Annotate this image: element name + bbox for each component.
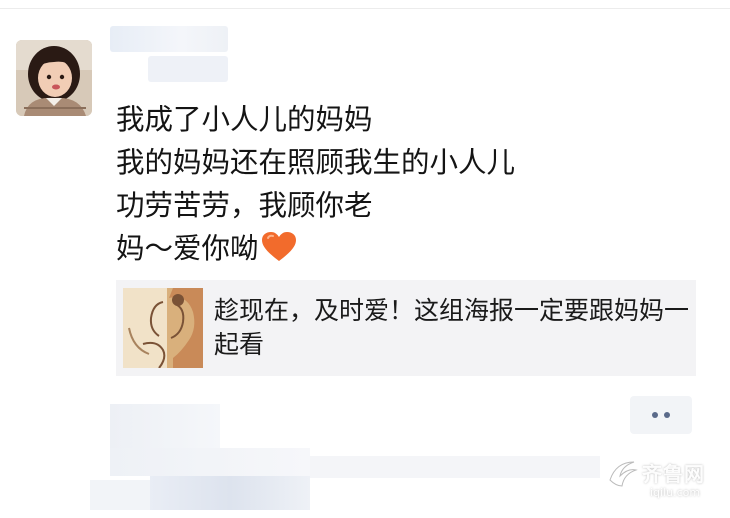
comments-blurred [110,404,220,448]
post-line: 我成了小人儿的妈妈 [116,103,373,136]
avatar[interactable] [16,40,92,116]
comments-blurred [110,448,310,476]
post-content: 我成了小人儿的妈妈 我的妈妈还在照顾我生的小人儿 功劳苦劳，我顾你老 妈～爱你呦 [116,98,676,270]
ellipsis-icon [664,412,670,418]
post-line: 妈～爱你呦 [116,232,259,265]
top-divider [0,8,730,9]
comments-blurred [90,480,150,510]
watermark-text: 齐鲁网 [642,462,705,486]
article-title: 趁现在，及时爱！这组海报一定要跟妈妈一起看 [214,296,690,359]
more-options-button[interactable] [630,396,692,434]
username-blurred[interactable] [110,26,228,52]
watermark-subtext: iqilu.com [650,486,701,499]
comments-blurred [150,476,310,510]
watermark-swirl-icon [609,461,638,487]
post-line: 功劳苦劳，我顾你老 [116,189,373,222]
watermark-logo: 齐鲁网 iqilu.com [606,456,724,510]
username-blurred-extra [148,56,228,82]
orange-heart-icon [261,231,297,263]
comments-blurred [310,456,600,478]
ellipsis-icon [652,412,658,418]
shared-article-card[interactable]: 趁现在，及时爱！这组海报一定要跟妈妈一起看 [116,280,696,376]
article-thumbnail [123,288,203,368]
post-line-with-emoji: 妈～爱你呦 [116,227,676,270]
post-line: 我的妈妈还在照顾我生的小人儿 [116,146,516,179]
